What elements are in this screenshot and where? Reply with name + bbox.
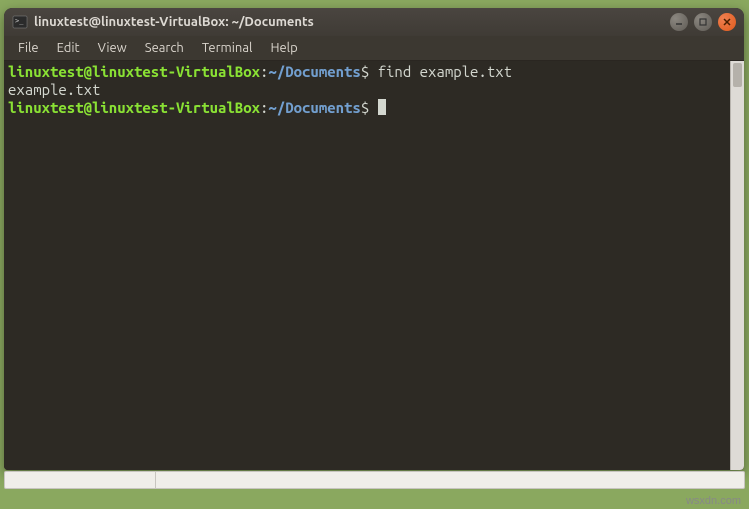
panel-divider	[155, 472, 156, 488]
menu-search[interactable]: Search	[137, 38, 192, 58]
watermark: wsxdn.com	[686, 495, 741, 507]
terminal-line: linuxtest@linuxtest-VirtualBox:~/Documen…	[8, 63, 726, 81]
minimize-button[interactable]	[670, 13, 688, 31]
prompt-path: ~/Documents	[268, 99, 360, 116]
terminal-content[interactable]: linuxtest@linuxtest-VirtualBox:~/Documen…	[4, 61, 730, 470]
menu-edit[interactable]: Edit	[49, 38, 88, 58]
terminal-window: >_ linuxtest@linuxtest-VirtualBox: ~/Doc…	[4, 8, 744, 470]
terminal-line: linuxtest@linuxtest-VirtualBox:~/Documen…	[8, 99, 726, 117]
maximize-button[interactable]	[694, 13, 712, 31]
menu-file[interactable]: File	[10, 38, 47, 58]
terminal-body: linuxtest@linuxtest-VirtualBox:~/Documen…	[4, 61, 744, 470]
scroll-thumb[interactable]	[733, 63, 742, 87]
window-title: linuxtest@linuxtest-VirtualBox: ~/Docume…	[34, 15, 670, 29]
prompt-user: linuxtest@linuxtest-VirtualBox	[8, 99, 260, 116]
window-controls	[670, 13, 736, 31]
titlebar[interactable]: >_ linuxtest@linuxtest-VirtualBox: ~/Doc…	[4, 8, 744, 36]
cursor	[378, 99, 386, 115]
terminal-icon: >_	[12, 14, 28, 30]
prompt-dollar: $	[361, 99, 369, 116]
svg-text:>_: >_	[15, 17, 24, 25]
command-text	[369, 99, 377, 116]
menu-help[interactable]: Help	[262, 38, 305, 58]
menu-terminal[interactable]: Terminal	[194, 38, 261, 58]
menu-view[interactable]: View	[90, 38, 135, 58]
scrollbar[interactable]	[730, 61, 744, 470]
command-text: find example.txt	[369, 63, 512, 80]
prompt-user: linuxtest@linuxtest-VirtualBox	[8, 63, 260, 80]
desktop-panel	[4, 471, 745, 489]
output-text: example.txt	[8, 81, 100, 98]
terminal-line: example.txt	[8, 81, 726, 99]
menubar: File Edit View Search Terminal Help	[4, 36, 744, 61]
prompt-dollar: $	[361, 63, 369, 80]
close-button[interactable]	[718, 13, 736, 31]
prompt-path: ~/Documents	[268, 63, 360, 80]
